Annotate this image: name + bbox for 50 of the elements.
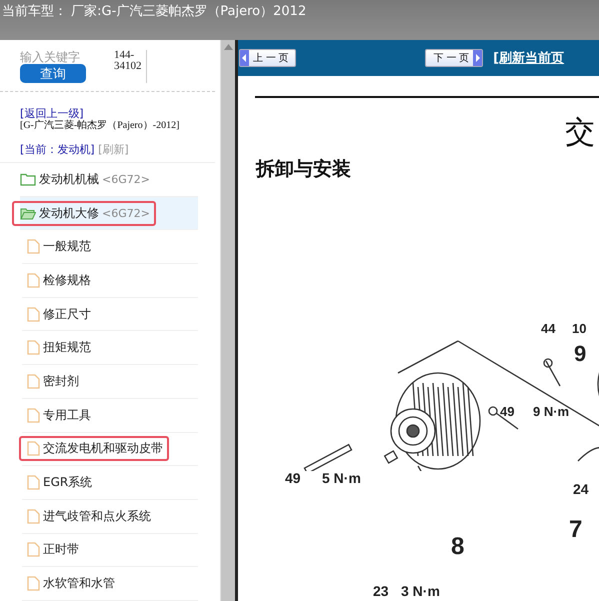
folder-icon bbox=[20, 172, 36, 186]
page-icon bbox=[27, 306, 40, 322]
callout-label: 8 bbox=[451, 533, 464, 561]
page-icon bbox=[27, 272, 40, 288]
tree-folder-item[interactable]: 发动机大修 <6G72> bbox=[12, 200, 156, 226]
page-icon bbox=[27, 508, 40, 524]
callout-label: 7 bbox=[569, 516, 582, 544]
tree-page-item[interactable]: 水软管和水管 bbox=[19, 571, 121, 596]
car-model-title: 当前车型： 厂家:G-广汽三菱帕杰罗（Pajero）2012 bbox=[2, 3, 306, 20]
callout-label: 44 bbox=[541, 321, 556, 336]
callout-label: 3 N·m bbox=[401, 583, 440, 599]
back-link[interactable]: [返回上一级] bbox=[20, 107, 84, 120]
page-icon bbox=[27, 542, 40, 558]
callout-label: 24 bbox=[573, 481, 589, 497]
tree-page-item[interactable]: 专用工具 bbox=[19, 402, 97, 428]
callout-label: 49 bbox=[500, 404, 514, 419]
tree-page-item[interactable]: 交流发电机和驱动皮带 bbox=[19, 436, 169, 462]
scroll-up-icon[interactable] bbox=[224, 44, 232, 50]
open-folder-icon bbox=[20, 206, 36, 220]
callout-label: 10 bbox=[572, 321, 586, 336]
tree-page-item[interactable]: 正时带 bbox=[19, 537, 85, 562]
tree-page-item[interactable]: 扭矩规范 bbox=[19, 335, 97, 360]
tree-page-item[interactable]: EGR系统 bbox=[19, 470, 98, 496]
current-link[interactable]: [当前：发动机] bbox=[20, 143, 95, 156]
page-icon bbox=[27, 408, 40, 423]
tree-folder-item[interactable]: 发动机机械 <6G72> bbox=[12, 166, 156, 192]
search-button[interactable]: 查询 bbox=[20, 64, 86, 83]
code-text: 144-34102 bbox=[114, 50, 147, 83]
page-icon bbox=[27, 340, 40, 356]
page-icon bbox=[27, 239, 40, 254]
callout-label: 23 bbox=[373, 583, 389, 599]
page-icon bbox=[27, 441, 40, 456]
document-title: 交 bbox=[565, 114, 595, 152]
tree-page-item[interactable]: 密封剂 bbox=[19, 368, 85, 394]
tree-page-item[interactable]: 检修规格 bbox=[19, 268, 97, 293]
callout-label: 9 N·m bbox=[533, 404, 570, 419]
previous-page-button[interactable]: 上 一 页 bbox=[239, 49, 296, 67]
next-page-button[interactable]: 下 一 页 bbox=[424, 49, 484, 67]
page-icon bbox=[27, 576, 40, 592]
refresh-page-link[interactable]: [刷新当前页 bbox=[493, 49, 564, 67]
section-heading: 拆卸与安装 bbox=[256, 157, 351, 182]
model-path-text: [G-广汽三菱-帕杰罗（Pajero）-2012] bbox=[20, 120, 180, 132]
tree-page-item[interactable]: 进气歧管和点火系统 bbox=[19, 504, 157, 529]
page-icon bbox=[27, 475, 40, 490]
callout-label: 5 N·m bbox=[322, 470, 361, 486]
tree-page-item[interactable]: 一般规范 bbox=[19, 234, 97, 260]
page-icon bbox=[27, 374, 40, 389]
callout-label: 49 bbox=[285, 470, 301, 486]
callout-label: 9 bbox=[574, 341, 586, 367]
tree-page-item[interactable]: 修正尺寸 bbox=[19, 302, 97, 327]
